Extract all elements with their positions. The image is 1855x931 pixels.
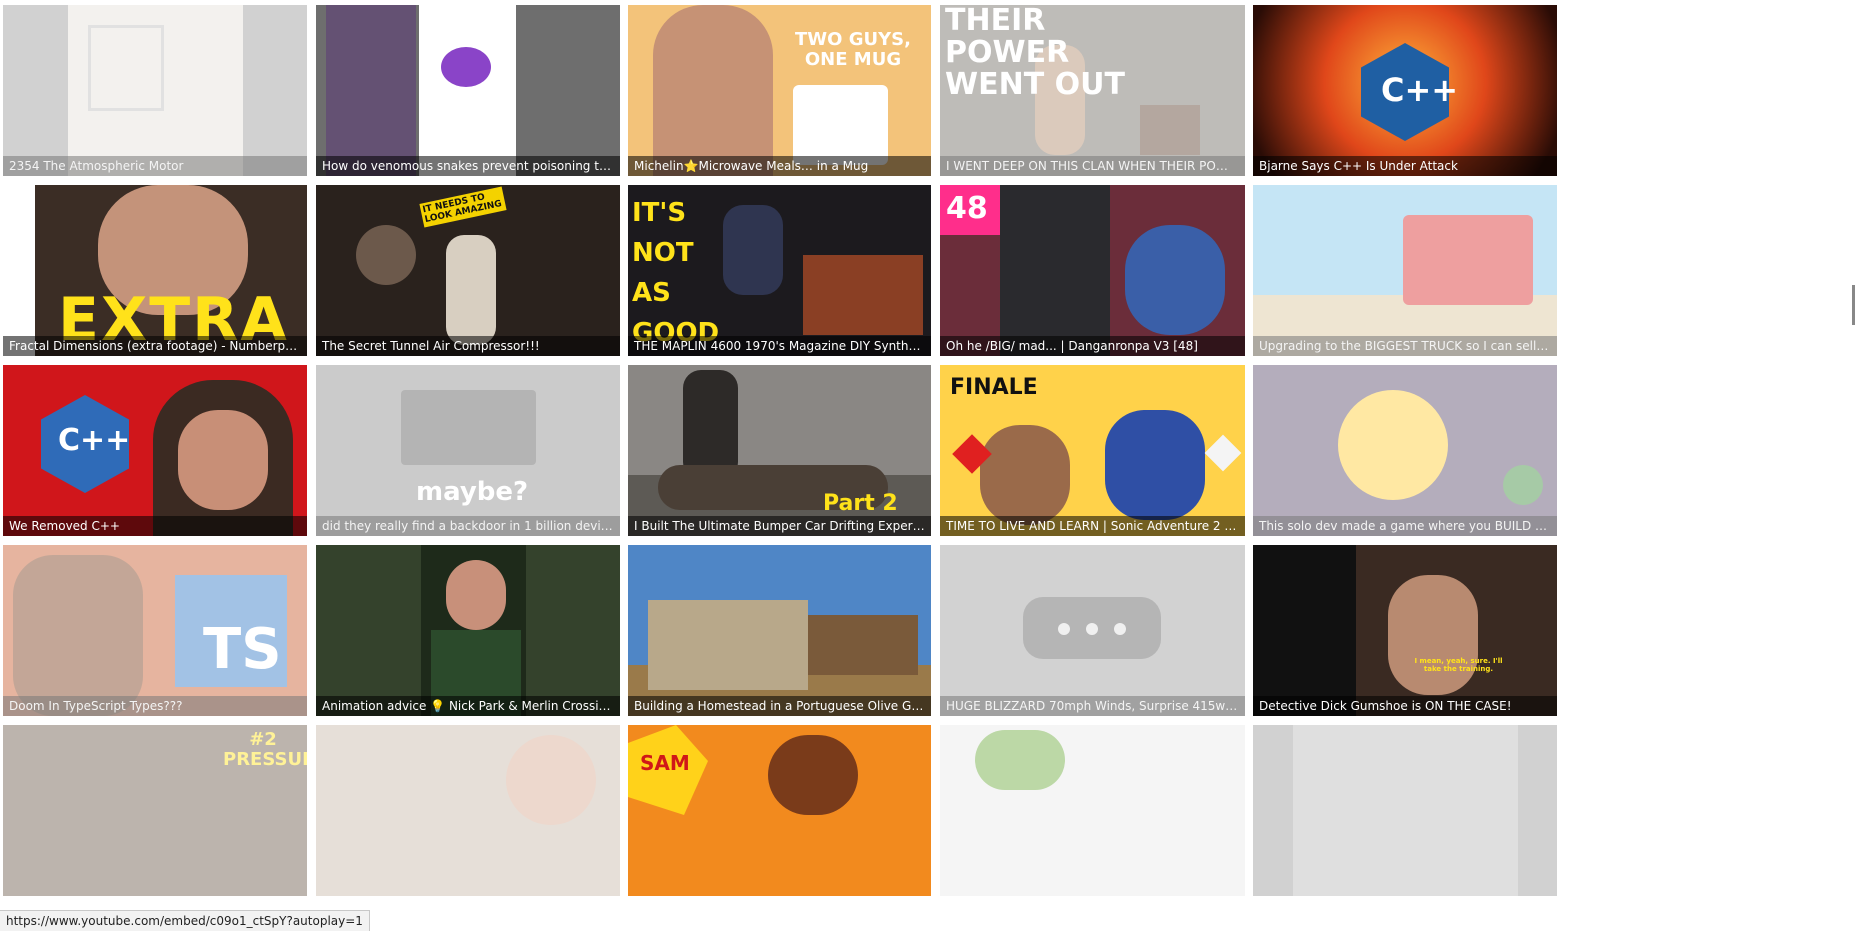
video-tile[interactable]: TWO GUYS, ONE MUG Michelin⭐Microwave Mea… — [628, 5, 931, 176]
video-tile[interactable]: HUGE BLIZZARD 70mph Winds, Surprise 415w… — [940, 545, 1245, 716]
video-tile[interactable]: This solo dev made a game where you BUIL… — [1253, 365, 1557, 536]
video-title: TIME TO LIVE AND LEARN | Sonic Adventure… — [940, 516, 1245, 536]
video-thumbnail — [316, 725, 620, 896]
video-tile[interactable]: maybe? did they really find a backdoor i… — [316, 365, 620, 536]
video-title: How do venomous snakes prevent poisoning… — [316, 156, 620, 176]
video-thumbnail — [1253, 365, 1557, 536]
video-thumbnail: EXTRA — [3, 185, 307, 356]
video-thumbnail — [1253, 725, 1557, 896]
video-thumbnail — [628, 545, 931, 716]
video-tile[interactable]: EXTRA Fractal Dimensions (extra footage)… — [3, 185, 307, 356]
thumbnail-overlay-text: SAM — [640, 751, 690, 775]
thumbnail-overlay-text: I mean, yeah, sure. I'll take the traini… — [1414, 657, 1503, 673]
video-tile[interactable]: Part 2 I Built The Ultimate Bumper Car D… — [628, 365, 931, 536]
video-tile[interactable]: SAM — [628, 725, 931, 896]
video-thumbnail — [3, 5, 307, 176]
thumbnail-overlay-text: TWO GUYS, ONE MUG — [795, 29, 911, 70]
video-thumbnail — [940, 725, 1245, 896]
video-title: did they really find a backdoor in 1 bil… — [316, 516, 620, 536]
thumbnail-overlay-text: 48 — [946, 191, 988, 226]
video-thumbnail: TWO GUYS, ONE MUG — [628, 5, 931, 176]
video-tile[interactable]: Building a Homestead in a Portuguese Oli… — [628, 545, 931, 716]
video-tile[interactable]: Upgrading to the BIGGEST TRUCK so I can … — [1253, 185, 1557, 356]
thumbnail-overlay-text: #2 PRESSURE — [223, 729, 307, 770]
video-tile[interactable]: IT'S NOT AS GOOD AS IT LOOKS THE MAPLIN … — [628, 185, 931, 356]
video-title: Animation advice 💡 Nick Park & Merlin Cr… — [316, 696, 620, 716]
video-title: I Built The Ultimate Bumper Car Drifting… — [628, 516, 931, 536]
video-tile[interactable] — [940, 725, 1245, 896]
video-tile[interactable]: 2354 The Atmospheric Motor — [3, 5, 307, 176]
video-title: 2354 The Atmospheric Motor — [3, 156, 307, 176]
video-tile[interactable] — [1253, 725, 1557, 896]
video-tile[interactable]: 48 Oh he /BIG/ mad... | Danganronpa V3 [… — [940, 185, 1245, 356]
video-thumbnail: I mean, yeah, sure. I'll take the traini… — [1253, 545, 1557, 716]
video-tile[interactable]: #2 PRESSURE — [3, 725, 307, 896]
video-tile[interactable]: FINALE TIME TO LIVE AND LEARN | Sonic Ad… — [940, 365, 1245, 536]
video-tile[interactable]: C++ Bjarne Says C++ Is Under Attack — [1253, 5, 1557, 176]
video-tile[interactable]: THEIR POWER WENT OUT I WENT DEEP ON THIS… — [940, 5, 1245, 176]
video-thumbnail: FINALE — [940, 365, 1245, 536]
thumbnail-overlay-text: IT NEEDS TO LOOK AMAZING — [419, 186, 507, 228]
video-title: This solo dev made a game where you BUIL… — [1253, 516, 1557, 536]
video-tile[interactable]: TS Doom In TypeScript Types??? — [3, 545, 307, 716]
video-thumbnail: Part 2 — [628, 365, 931, 536]
video-thumbnail: C++ — [3, 365, 307, 536]
video-thumbnail: #2 PRESSURE — [3, 725, 307, 896]
video-thumbnail — [1253, 185, 1557, 356]
video-thumbnail: IT'S NOT AS GOOD AS IT LOOKS — [628, 185, 931, 356]
video-thumbnail: SAM — [628, 725, 931, 896]
video-title: Building a Homestead in a Portuguese Oli… — [628, 696, 931, 716]
video-title: Doom In TypeScript Types??? — [3, 696, 307, 716]
video-title: THE MAPLIN 4600 1970's Magazine DIY Synt… — [628, 336, 931, 356]
video-tile[interactable]: IT NEEDS TO LOOK AMAZING The Secret Tunn… — [316, 185, 620, 356]
video-title: We Removed C++ — [3, 516, 307, 536]
video-thumbnail: TS — [3, 545, 307, 716]
video-title: Michelin⭐Microwave Meals… in a Mug — [628, 156, 931, 176]
video-thumbnail: C++ — [1253, 5, 1557, 176]
video-tile[interactable]: Animation advice 💡 Nick Park & Merlin Cr… — [316, 545, 620, 716]
thumbnail-overlay-text: TS — [203, 617, 282, 682]
video-thumbnail: maybe? — [316, 365, 620, 536]
video-title: Oh he /BIG/ mad... | Danganronpa V3 [48] — [940, 336, 1245, 356]
video-tile[interactable]: C++ We Removed C++ — [3, 365, 307, 536]
video-thumbnail: THEIR POWER WENT OUT — [940, 5, 1245, 176]
video-title: Fractal Dimensions (extra footage) - Num… — [3, 336, 307, 356]
video-tile[interactable]: How do venomous snakes prevent poisoning… — [316, 5, 620, 176]
video-tile[interactable]: I mean, yeah, sure. I'll take the traini… — [1253, 545, 1557, 716]
thumbnail-overlay-text: maybe? — [416, 477, 529, 507]
video-thumbnail — [316, 5, 620, 176]
video-title: Detective Dick Gumshoe is ON THE CASE! — [1253, 696, 1557, 716]
thumbnail-overlay-text: Part 2 — [823, 491, 898, 516]
video-tile[interactable] — [316, 725, 620, 896]
video-title: HUGE BLIZZARD 70mph Winds, Surprise 415w… — [940, 696, 1245, 716]
thumbnail-overlay-text: C++ — [1381, 71, 1459, 109]
video-title: Bjarne Says C++ Is Under Attack — [1253, 156, 1557, 176]
video-thumbnail — [316, 545, 620, 716]
thumbnail-overlay-text: C++ — [58, 423, 131, 458]
thumbnail-overlay-text: FINALE — [950, 375, 1038, 400]
video-thumbnail — [940, 545, 1245, 716]
video-thumbnail: 48 — [940, 185, 1245, 356]
video-thumbnail: IT NEEDS TO LOOK AMAZING — [316, 185, 620, 356]
video-title: I WENT DEEP ON THIS CLAN WHEN THEIR POWE… — [940, 156, 1245, 176]
thumbnail-overlay-text: IT'S NOT AS GOOD AS IT LOOKS — [632, 198, 720, 348]
status-bar-url: https://www.youtube.com/embed/c09o1_ctSp… — [0, 910, 370, 931]
video-title: The Secret Tunnel Air Compressor!!! — [316, 336, 620, 356]
thumbnail-overlay-text: THEIR POWER WENT OUT — [945, 5, 1125, 102]
video-title: Upgrading to the BIGGEST TRUCK so I can … — [1253, 336, 1557, 356]
video-grid: 2354 The Atmospheric Motor How do venomo… — [0, 0, 1855, 931]
